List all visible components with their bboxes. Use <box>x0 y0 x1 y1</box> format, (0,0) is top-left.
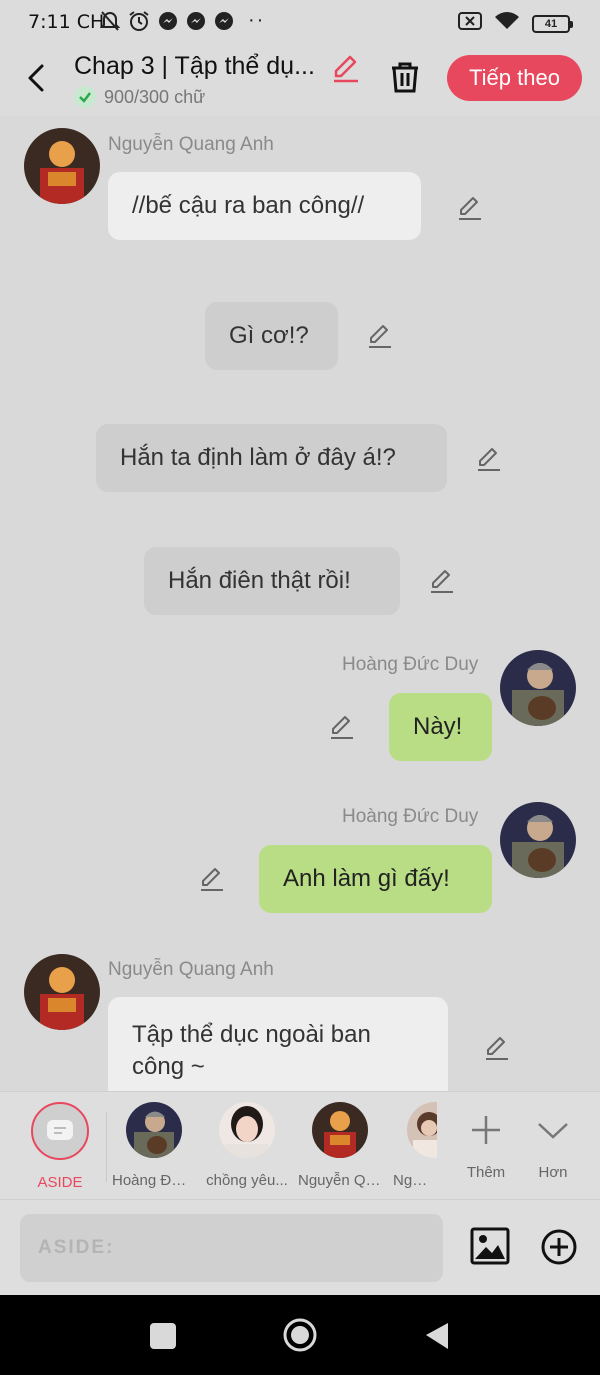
check-icon <box>74 86 96 108</box>
edit-message-icon[interactable] <box>456 194 484 222</box>
message-input[interactable] <box>20 1214 443 1282</box>
word-count: 900/300 chữ <box>74 86 205 108</box>
edit-message-icon[interactable] <box>198 865 226 893</box>
sender-name: Hoàng Đức Duy <box>342 654 479 675</box>
character-option[interactable]: Nguyễn... <box>393 1102 437 1189</box>
chat-area[interactable]: Nguyễn Quang Anh //bế cậu ra ban công// … <box>0 116 600 1091</box>
edit-title-button[interactable] <box>330 52 362 84</box>
recent-apps-button[interactable] <box>145 1317 181 1353</box>
avatar <box>407 1102 437 1158</box>
sim-icon <box>458 11 482 36</box>
character-option[interactable]: Nguyễn Quang Anh <box>298 1102 382 1189</box>
character-label: Nguyễn... <box>393 1172 435 1189</box>
status-time: 7:11 CH <box>28 11 105 33</box>
aside-option[interactable]: ASIDE <box>20 1102 100 1191</box>
chevron-down-icon <box>513 1102 593 1158</box>
trash-button[interactable] <box>386 58 424 96</box>
sender-name: Nguyễn Quang Anh <box>108 959 274 980</box>
word-count-text: 900/300 chữ <box>104 86 206 107</box>
aside-label: ASIDE <box>37 1174 83 1191</box>
battery-icon: 41 <box>532 14 573 33</box>
message-bubble[interactable]: Tập thể dục ngoài ban công ~ <box>108 997 448 1091</box>
character-label: chồng yêu... <box>206 1172 288 1189</box>
message-bubble[interactable]: Hắn ta định làm ở đây á!? <box>96 424 447 492</box>
back-button[interactable] <box>22 60 52 96</box>
message-bubble[interactable]: Này! <box>389 693 492 761</box>
bell-off-icon <box>99 10 121 37</box>
wifi-icon <box>494 11 520 36</box>
aside-icon <box>31 1102 89 1160</box>
system-nav-bar <box>0 1295 600 1375</box>
sender-name: Hoàng Đức Duy <box>342 806 479 827</box>
more-label: Hơn <box>538 1164 568 1181</box>
character-bar: ASIDE Hoàng Đức Duy chồng yêu... Nguyễn … <box>0 1091 600 1199</box>
avatar[interactable] <box>24 954 100 1030</box>
message-bubble[interactable]: Anh làm gì đấy! <box>259 845 492 913</box>
divider <box>106 1112 107 1182</box>
avatar[interactable] <box>500 650 576 726</box>
edit-message-icon[interactable] <box>483 1034 511 1062</box>
message-bubble[interactable]: Gì cơ!? <box>205 302 338 370</box>
home-button[interactable] <box>282 1317 318 1353</box>
messenger-icon <box>158 11 178 36</box>
edit-message-icon[interactable] <box>366 322 394 350</box>
more-notifications-icon: ·· <box>248 9 266 31</box>
edit-message-icon[interactable] <box>428 567 456 595</box>
alarm-icon <box>128 10 150 37</box>
avatar[interactable] <box>24 128 100 204</box>
edit-message-icon[interactable] <box>328 713 356 741</box>
sender-name: Nguyễn Quang Anh <box>108 134 274 155</box>
character-option[interactable]: Hoàng Đức Duy <box>112 1102 196 1189</box>
avatar <box>219 1102 275 1158</box>
messenger-icon <box>214 11 234 36</box>
avatar[interactable] <box>500 802 576 878</box>
character-label: Nguyễn Quang Anh <box>298 1172 382 1189</box>
chapter-title: Chap 3 | Tập thể dụ... <box>74 52 315 80</box>
edit-message-icon[interactable] <box>475 445 503 473</box>
message-bubble[interactable]: Hắn điên thật rồi! <box>144 547 400 615</box>
message-bubble[interactable]: //bế cậu ra ban công// <box>108 172 421 240</box>
image-button[interactable] <box>470 1226 510 1266</box>
avatar <box>126 1102 182 1158</box>
avatar <box>312 1102 368 1158</box>
character-option[interactable]: chồng yêu... <box>206 1102 288 1189</box>
messenger-icon <box>186 11 206 36</box>
next-button[interactable]: Tiếp theo <box>447 55 582 101</box>
more-button[interactable]: Hơn <box>513 1102 593 1181</box>
input-bar <box>0 1199 600 1295</box>
character-label: Hoàng Đức Duy <box>112 1172 196 1189</box>
back-nav-button[interactable] <box>420 1317 456 1353</box>
add-button[interactable] <box>540 1228 578 1266</box>
app-header: Chap 3 | Tập thể dụ... 900/300 chữ Tiếp … <box>0 44 600 116</box>
status-bar: 7:11 CH ·· 41 <box>0 0 600 44</box>
